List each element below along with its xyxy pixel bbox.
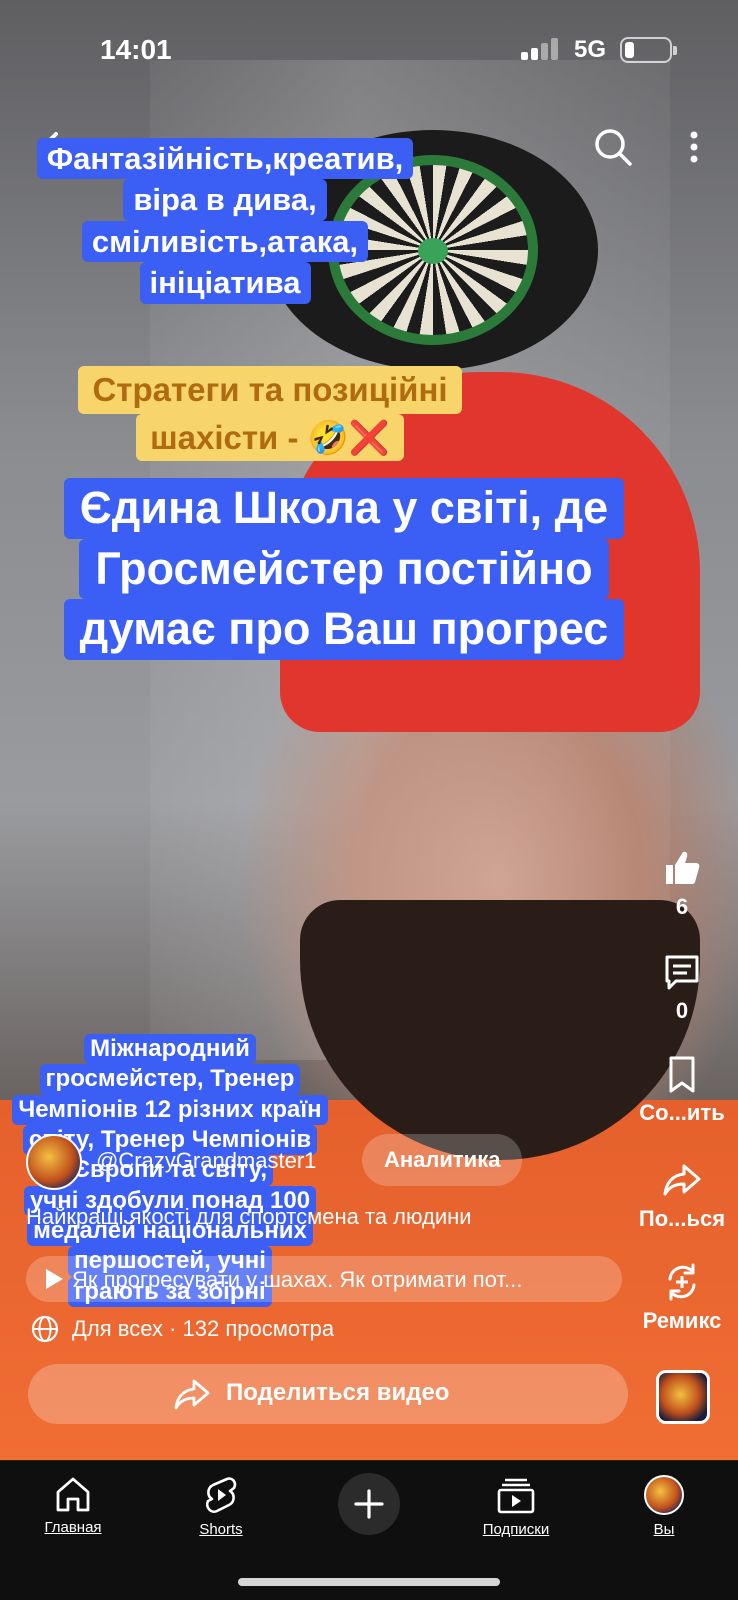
caption-box-1: Фантазійність,креатив, віра в дива, сміл… (0, 138, 450, 304)
caption-line: шахісти - 🤣❌ (136, 413, 404, 462)
home-icon (56, 1477, 90, 1512)
playlist-title: Як прогресувати у шахах. Як отримати пот… (72, 1267, 523, 1292)
shorts-icon (205, 1477, 237, 1513)
share-button[interactable]: По...ься (624, 1160, 738, 1232)
more-vertical-icon (690, 131, 698, 163)
search-button[interactable] (590, 124, 636, 170)
share-icon (663, 1164, 701, 1196)
comments-button[interactable]: 0 (624, 952, 738, 1024)
caption-line: Фантазійність,креатив, (36, 138, 414, 180)
audience-views: Для всех · 132 просмотра (72, 1316, 335, 1341)
channel-avatar[interactable] (26, 1134, 82, 1190)
like-button[interactable]: 6 (624, 848, 738, 920)
caption-line: Чемпіонів 12 різних країн (12, 1094, 328, 1125)
caption-line: гросмейстер, Тренер (39, 1064, 301, 1095)
save-label: Со...ить (639, 1100, 725, 1125)
battery-icon (620, 37, 677, 63)
more-options-button[interactable] (676, 124, 712, 170)
nav-shorts-label: Shorts (199, 1521, 243, 1538)
nav-you[interactable]: Вы (604, 1475, 724, 1538)
caption-line: Стратеги та позиційні (78, 366, 462, 414)
share-video-button[interactable]: Поделиться видео (28, 1364, 628, 1424)
status-time: 14:01 (100, 34, 172, 65)
caption-line: Гросмейстер постійно (79, 538, 609, 600)
home-indicator[interactable] (238, 1578, 500, 1586)
caption-line: сміливість,атака, (81, 220, 369, 263)
caption-line: Єдина Школа у світі, де (63, 478, 625, 539)
nav-subscriptions-label: Подписки (482, 1521, 550, 1538)
caption-line: віра в дива, (123, 179, 327, 221)
nav-subscriptions[interactable]: Подписки (456, 1475, 576, 1538)
play-icon (46, 1269, 63, 1289)
caption-box-3: Єдина Школа у світі, де Гросмейстер пост… (4, 478, 684, 660)
search-icon (595, 129, 632, 166)
remix-icon (668, 1263, 696, 1301)
remix-label: Ремикс (642, 1308, 722, 1333)
video-description[interactable]: Найкращі якості для спортсмена та людини (26, 1204, 472, 1230)
save-button[interactable]: Со...ить (624, 1054, 738, 1126)
network-type: 5G (574, 36, 607, 63)
status-bar: 14:01 5G (0, 0, 738, 100)
nav-home-label: Главная (44, 1519, 102, 1536)
share-video-label: Поделиться видео (226, 1379, 450, 1406)
nav-home[interactable]: Главная (13, 1475, 133, 1536)
caption-line: думає про Ваш прогрес (63, 599, 625, 660)
plus-icon (354, 1489, 384, 1519)
comment-count: 0 (675, 998, 689, 1023)
analytics-button[interactable]: Аналитика (362, 1134, 523, 1186)
globe-icon (31, 1315, 59, 1343)
caption-box-2: Стратеги та позиційні шахісти - 🤣❌ (30, 366, 510, 462)
sound-thumbnail[interactable] (656, 1370, 710, 1424)
signal-icon (521, 38, 561, 60)
share-icon (174, 1379, 210, 1410)
remix-button[interactable]: Ремикс (624, 1262, 738, 1334)
caption-line: ініціатива (139, 262, 311, 304)
thumbs-up-icon (666, 851, 700, 884)
caption-line: Міжнародний (84, 1034, 256, 1065)
nav-you-label: Вы (653, 1521, 675, 1538)
channel-name[interactable]: @CrazyGrandmaster1 (96, 1148, 316, 1174)
create-button[interactable] (338, 1473, 400, 1535)
profile-avatar (644, 1475, 684, 1515)
like-count: 6 (675, 894, 689, 919)
subscriptions-icon (497, 1478, 535, 1514)
nav-shorts[interactable]: Shorts (161, 1475, 281, 1538)
share-label: По...ься (638, 1206, 726, 1231)
bookmark-icon (669, 1056, 695, 1093)
comment-icon (665, 955, 699, 990)
playlist-chip[interactable]: Як прогресувати у шахах. Як отримати пот… (26, 1256, 622, 1302)
